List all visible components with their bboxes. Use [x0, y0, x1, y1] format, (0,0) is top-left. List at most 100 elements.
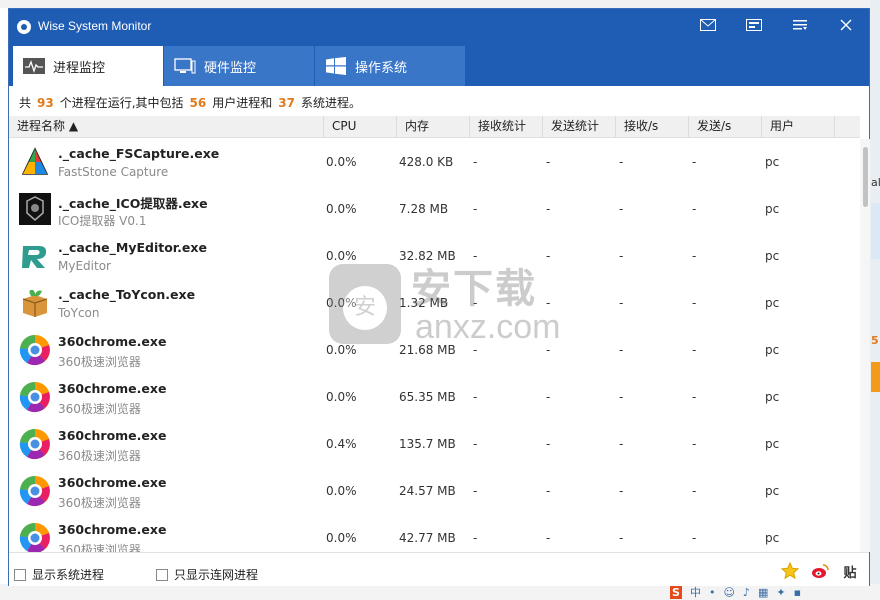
- cpu-usage: 0.4%: [326, 437, 357, 451]
- process-user: pc: [765, 343, 780, 357]
- mic-icon[interactable]: ♪: [743, 586, 750, 599]
- process-description: FastStone Capture: [58, 165, 169, 179]
- footer-bar: 显示系统进程 只显示连网进程 贴: [9, 552, 869, 586]
- table-row[interactable]: 360chrome.exe 360极速浏览器 0.0% 65.35 MB - - - - pc: [9, 374, 860, 421]
- vertical-scrollbar[interactable]: [860, 139, 870, 552]
- table-row[interactable]: 360chrome.exe 360极速浏览器 0.0% 42.77 MB - - - - pc: [9, 515, 860, 552]
- process-name: 360chrome.exe: [58, 381, 167, 396]
- memory-usage: 7.28 MB: [399, 202, 449, 216]
- process-name: 360chrome.exe: [58, 428, 167, 443]
- process-description: 360极速浏览器: [58, 402, 141, 416]
- app-window: Wise System Monitor 进程监控 硬件监控 操作系统 共 93 …: [8, 8, 870, 586]
- footer-actions: 贴: [781, 562, 859, 581]
- checkbox-label: 只显示连网进程: [174, 568, 259, 582]
- sent-total: -: [546, 202, 551, 216]
- background-window-panel: [871, 203, 880, 259]
- checkbox-box[interactable]: [14, 568, 26, 581]
- process-user: pc: [765, 390, 780, 404]
- process-user: pc: [765, 202, 780, 216]
- menu-icon[interactable]: [777, 9, 823, 41]
- table-row[interactable]: ._cache_MyEditor.exe MyEditor 0.0% 32.82 MB…: [9, 233, 860, 280]
- tab-label: 进程监控: [53, 60, 106, 76]
- table-row[interactable]: 360chrome.exe 360极速浏览器 0.0% 24.57 MB - - - - pc: [9, 468, 860, 515]
- table-row[interactable]: ._cache_ToYcon.exe ToYcon 0.0% 1.32 MB - - - - p…: [9, 280, 860, 327]
- received-total: -: [473, 390, 478, 404]
- tools-icon[interactable]: ▪: [794, 586, 801, 599]
- keyboard-icon[interactable]: ▦: [758, 586, 768, 599]
- column-header-receive-rate[interactable]: 接收/s: [616, 116, 689, 138]
- windows-icon: [325, 57, 347, 75]
- emoji-icon[interactable]: ☺: [723, 586, 734, 599]
- process-user: pc: [765, 296, 780, 310]
- toycon-icon: [19, 287, 51, 319]
- checkbox-box[interactable]: [156, 568, 168, 581]
- column-header-send-rate[interactable]: 发送/s: [689, 116, 762, 138]
- received-total: -: [473, 202, 478, 216]
- column-header-name[interactable]: 进程名称 ▲: [9, 116, 324, 138]
- process-name: 360chrome.exe: [58, 522, 167, 537]
- table-row[interactable]: ._cache_ICO提取器.exe ICO提取器 V0.1 0.0% 7.28 MB…: [9, 186, 860, 233]
- process-summary: 共 93 个进程在运行,其中包括 56 用户进程和 37 系统进程。: [19, 94, 361, 111]
- cpu-usage: 0.0%: [326, 343, 357, 357]
- sogou-ime-icon[interactable]: S: [670, 585, 682, 599]
- ime-chinese-icon[interactable]: 中: [690, 584, 701, 600]
- sent-total: -: [546, 155, 551, 169]
- column-header-spacer: [835, 116, 860, 138]
- tab-operating-system[interactable]: 操作系统: [315, 46, 465, 86]
- receive-rate: -: [619, 531, 624, 545]
- title-bar: Wise System Monitor 进程监控 硬件监控 操作系统: [9, 9, 869, 86]
- sent-total: -: [546, 249, 551, 263]
- cpu-usage: 0.0%: [326, 390, 357, 404]
- sent-total: -: [546, 437, 551, 451]
- show-system-processes-checkbox[interactable]: 显示系统进程: [14, 566, 104, 583]
- weibo-icon[interactable]: [811, 562, 829, 580]
- close-icon[interactable]: [823, 9, 869, 41]
- receive-rate: -: [619, 390, 624, 404]
- process-name: 360chrome.exe: [58, 475, 167, 490]
- received-total: -: [473, 296, 478, 310]
- table-row[interactable]: ._cache_FSCapture.exe FastStone Capture 0.…: [9, 139, 860, 186]
- table-row[interactable]: 360chrome.exe 360极速浏览器 0.0% 21.68 MB - - - - pc: [9, 327, 860, 374]
- scrollbar-thumb[interactable]: [863, 147, 868, 207]
- column-header-sent[interactable]: 发送统计: [543, 116, 616, 138]
- only-network-processes-checkbox[interactable]: 只显示连网进程: [156, 566, 258, 583]
- send-rate: -: [692, 437, 697, 451]
- mail-icon[interactable]: [685, 9, 731, 41]
- send-rate: -: [692, 531, 697, 545]
- summary-text: 系统进程。: [300, 96, 361, 110]
- send-rate: -: [692, 390, 697, 404]
- column-header-received[interactable]: 接收统计: [470, 116, 543, 138]
- background-text: al: [871, 176, 880, 189]
- send-rate: -: [692, 249, 697, 263]
- cpu-usage: 0.0%: [326, 296, 357, 310]
- received-total: -: [473, 343, 478, 357]
- sent-total: -: [546, 390, 551, 404]
- received-total: -: [473, 484, 478, 498]
- column-header-memory[interactable]: 内存: [397, 116, 470, 138]
- table-row[interactable]: 360chrome.exe 360极速浏览器 0.4% 135.7 MB - - - - pc: [9, 421, 860, 468]
- process-name: ._cache_ToYcon.exe: [58, 287, 196, 302]
- tieba-icon[interactable]: 贴: [841, 562, 859, 581]
- ime-punct-icon[interactable]: •: [709, 586, 716, 599]
- sent-total: -: [546, 343, 551, 357]
- column-header-user[interactable]: 用户: [762, 116, 835, 138]
- skin-icon[interactable]: [731, 9, 777, 41]
- star-icon[interactable]: [781, 562, 799, 580]
- tab-process-monitor[interactable]: 进程监控: [13, 46, 163, 86]
- received-total: -: [473, 249, 478, 263]
- skin-icon[interactable]: ✦: [776, 586, 785, 599]
- window-title: Wise System Monitor: [38, 19, 152, 33]
- process-description: 360极速浏览器: [58, 543, 141, 552]
- myeditor-icon: [19, 240, 51, 272]
- received-total: -: [473, 437, 478, 451]
- memory-usage: 135.7 MB: [399, 437, 456, 451]
- tab-hardware-monitor[interactable]: 硬件监控: [164, 46, 314, 86]
- pulse-icon: [23, 58, 45, 74]
- memory-usage: 24.57 MB: [399, 484, 456, 498]
- column-header-cpu[interactable]: CPU: [324, 116, 397, 138]
- receive-rate: -: [619, 296, 624, 310]
- sent-total: -: [546, 531, 551, 545]
- process-name: ._cache_ICO提取器.exe: [58, 196, 208, 211]
- desktop-background-right: [870, 0, 880, 600]
- process-description: ICO提取器 V0.1: [58, 214, 147, 228]
